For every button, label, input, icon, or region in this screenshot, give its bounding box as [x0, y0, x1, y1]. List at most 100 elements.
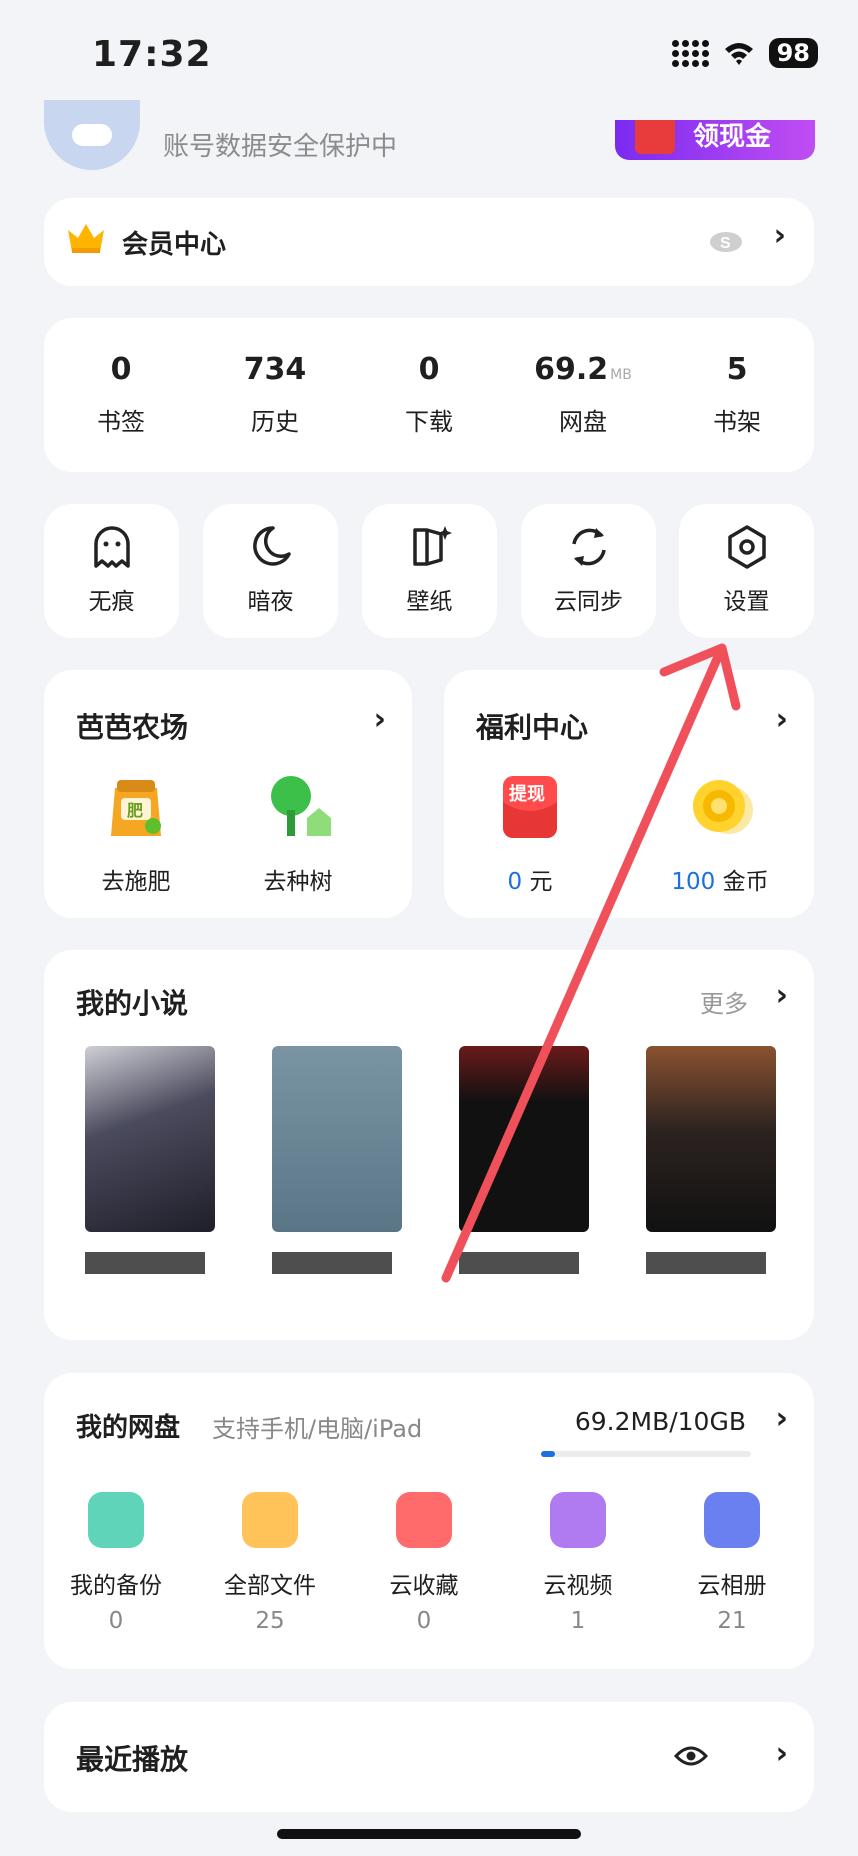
cloud-usage-text: 69.2MB/10GB: [574, 1407, 746, 1436]
photo-album-icon: [704, 1492, 760, 1548]
stat-label: 历史: [251, 408, 299, 436]
stat-cloud-drive[interactable]: 69.2 MB 网盘: [506, 318, 660, 472]
tool-label: 设置: [723, 589, 770, 615]
tool-night-mode[interactable]: 暗夜: [203, 504, 338, 638]
chevron-right-icon: ›: [373, 702, 386, 737]
book-cover[interactable]: [646, 1046, 776, 1232]
chevron-right-icon[interactable]: ›: [776, 1401, 788, 1436]
tool-label: 无痕: [88, 589, 135, 615]
stat-value: 0: [418, 352, 440, 387]
more-link[interactable]: 更多: [700, 984, 748, 1019]
sync-icon: [571, 528, 606, 566]
backup-icon: [88, 1492, 144, 1548]
cloud-item-videos[interactable]: 云视频 1: [503, 1492, 653, 1634]
cloud-usage-fill: [541, 1451, 555, 1457]
fertilizer-tag: 肥: [127, 802, 143, 820]
stat-label: 书签: [97, 408, 145, 436]
account-status-text: 账号数据安全保护中: [163, 132, 398, 162]
stat-unit: MB: [610, 367, 632, 383]
battery-indicator: 98: [768, 38, 818, 68]
cloud-item-all-files[interactable]: 全部文件 25: [195, 1492, 345, 1634]
welfare-card[interactable]: 福利中心 › 提现 0 元 100 金币: [444, 670, 814, 918]
tool-wallpaper[interactable]: 壁纸: [362, 504, 497, 638]
stats-panel: 0 书签 734 历史 0 下载 69.2 MB 网盘 5 书架: [44, 318, 814, 472]
cash-banner-label: 领现金: [693, 122, 772, 152]
cloud-item-label: 我的备份: [70, 1573, 162, 1599]
stat-label: 网盘: [559, 408, 607, 436]
welfare-coins-button[interactable]: 100 金币: [650, 772, 790, 896]
cloud-item-favorites[interactable]: 云收藏 0: [349, 1492, 499, 1634]
video-icon: [550, 1492, 606, 1548]
chevron-right-icon: ›: [775, 702, 788, 737]
stat-bookmarks[interactable]: 0 书签: [44, 318, 198, 472]
wallpaper-icon: [412, 526, 452, 566]
chevron-right-icon: ›: [775, 1736, 788, 1771]
book-title: [272, 1252, 392, 1274]
cloud-item-label: 云收藏: [389, 1573, 459, 1599]
home-indicator[interactable]: [277, 1829, 581, 1839]
cloud-item-count: 21: [717, 1608, 747, 1634]
cloud-usage-bar: [541, 1451, 751, 1457]
tool-incognito[interactable]: 无痕: [44, 504, 179, 638]
farm-action-label: 去施肥: [101, 869, 171, 895]
tool-settings[interactable]: 设置: [679, 504, 814, 638]
tool-cloud-sync[interactable]: 云同步: [521, 504, 656, 638]
cash-banner[interactable]: 领现金: [615, 120, 815, 160]
stat-value: 69.2: [534, 352, 609, 387]
recent-title: 最近播放: [76, 1743, 189, 1776]
coin-value: 100: [671, 869, 716, 895]
cloud-item-backup[interactable]: 我的备份 0: [41, 1492, 191, 1634]
stat-downloads[interactable]: 0 下载: [352, 318, 506, 472]
farm-card[interactable]: 芭芭农场 › 肥 去施肥 去种树: [44, 670, 412, 918]
cash-tag: 提现: [509, 783, 545, 804]
stat-value: 5: [726, 352, 748, 387]
welfare-title: 福利中心: [476, 711, 589, 744]
welfare-cash-button[interactable]: 提现 0 元: [470, 772, 590, 896]
farm-fertilize-button[interactable]: 肥 去施肥: [76, 772, 196, 896]
tree-icon: [271, 776, 331, 836]
cloud-title: 我的网盘: [76, 1413, 181, 1443]
book-cover[interactable]: [272, 1046, 402, 1232]
gold-coin-icon: [693, 780, 753, 834]
farm-title: 芭芭农场: [76, 711, 189, 744]
recent-plays-row[interactable]: 最近播放 ›: [44, 1702, 814, 1812]
member-center-label: 会员中心: [122, 230, 227, 260]
tool-label: 暗夜: [247, 589, 294, 615]
crown-icon: [68, 224, 104, 253]
chevron-right-icon[interactable]: ›: [776, 978, 788, 1013]
cloud-item-count: 0: [416, 1608, 432, 1634]
stat-label: 下载: [405, 408, 453, 436]
book-title: [459, 1252, 579, 1274]
stat-history[interactable]: 734 历史: [198, 318, 352, 472]
moon-icon: [252, 526, 291, 566]
cloud-item-count: 0: [108, 1608, 124, 1634]
cloud-subtitle: 支持手机/电脑/iPad: [212, 1415, 423, 1443]
cloud-item-label: 云相册: [697, 1573, 767, 1599]
member-center-row[interactable]: 会员中心 S ›: [44, 198, 814, 286]
settings-icon: [727, 525, 766, 569]
stat-bookshelf[interactable]: 5 书架: [660, 318, 814, 472]
svg-text:S: S: [720, 235, 731, 252]
member-badge-icon: S: [710, 232, 742, 252]
book-cover[interactable]: [85, 1046, 215, 1232]
stat-value: 0: [110, 352, 132, 387]
cloud-item-count: 1: [570, 1608, 586, 1634]
ghost-icon: [93, 526, 130, 568]
wifi-icon: [724, 43, 753, 65]
book-cover[interactable]: [459, 1046, 589, 1232]
cloud-item-label: 云视频: [543, 1573, 613, 1599]
cash-value: 0: [507, 869, 523, 895]
stat-label: 书架: [713, 408, 761, 436]
cloud-item-count: 25: [255, 1608, 285, 1634]
coin-unit: 金币: [722, 869, 769, 895]
farm-plant-tree-button[interactable]: 去种树: [238, 772, 358, 896]
cloud-item-label: 全部文件: [224, 1573, 316, 1599]
folder-icon: [242, 1492, 298, 1548]
red-envelope-icon: 提现: [503, 776, 557, 838]
tool-label: 壁纸: [406, 589, 453, 615]
book-title: [85, 1252, 205, 1274]
my-novels-title: 我的小说: [76, 987, 189, 1020]
avatar[interactable]: [44, 100, 140, 170]
cloud-item-album[interactable]: 云相册 21: [657, 1492, 807, 1634]
eye-icon[interactable]: [674, 1744, 708, 1768]
